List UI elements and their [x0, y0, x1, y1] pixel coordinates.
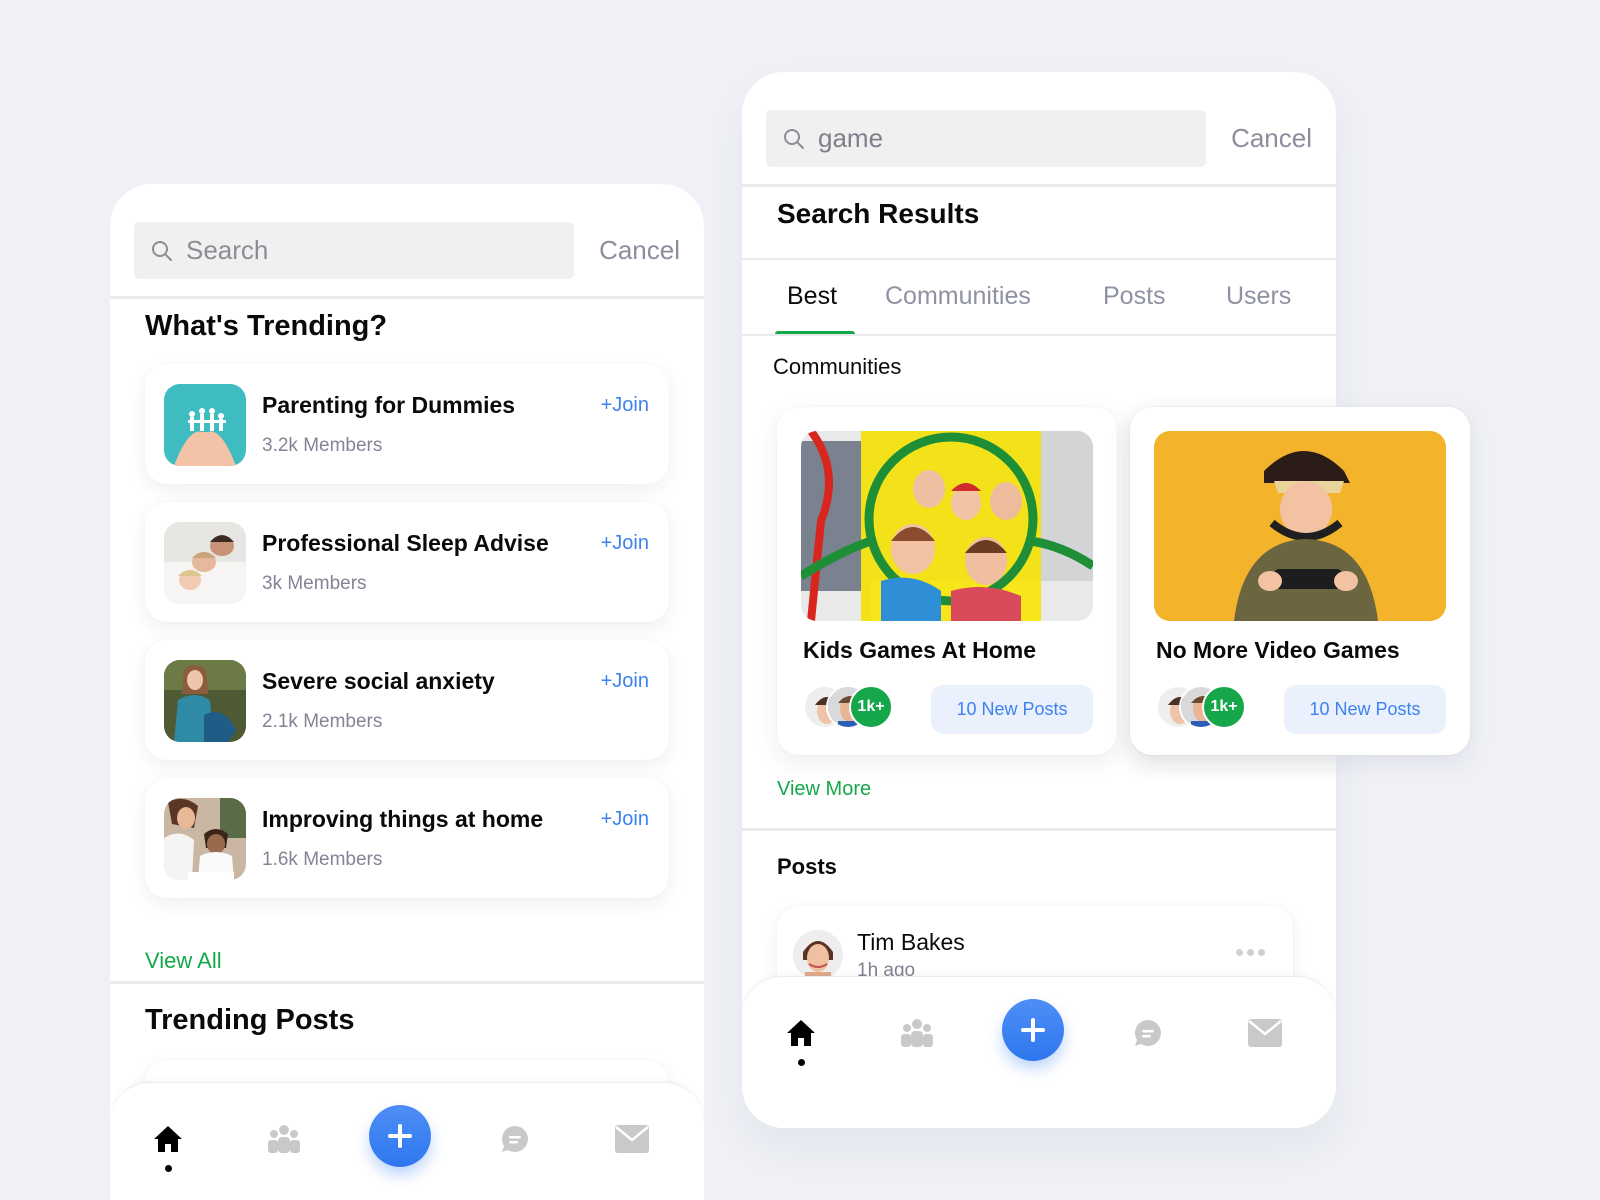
search-row: Search Cancel: [134, 222, 680, 279]
trending-card[interactable]: Professional Sleep Advise 3k Members +Jo…: [145, 502, 669, 622]
divider: [742, 828, 1336, 831]
trending-screen: Search Cancel What's Trending? Parenting…: [110, 184, 704, 1200]
member-avatars: 1k+: [1156, 685, 1256, 731]
search-icon: [152, 240, 172, 261]
search-input[interactable]: Search: [134, 222, 574, 279]
join-button[interactable]: +Join: [601, 394, 649, 417]
author-avatar: [793, 930, 843, 980]
results-tabs: Best Communities Posts Users: [742, 260, 1336, 336]
member-count: 3k Members: [262, 573, 367, 594]
community-thumbnail: [164, 522, 246, 604]
communities-section-label: Communities: [773, 354, 902, 379]
home-icon[interactable]: [781, 1013, 821, 1053]
tab-best[interactable]: Best: [787, 282, 837, 311]
member-count-badge: 1k+: [849, 685, 893, 729]
community-title: No More Video Games: [1156, 637, 1400, 663]
community-name: Parenting for Dummies: [262, 392, 516, 418]
community-thumbnail: [164, 660, 246, 742]
community-thumbnail: [164, 798, 246, 880]
home-icon[interactable]: [148, 1119, 188, 1159]
search-placeholder: Search: [186, 235, 269, 265]
member-avatars: 1k+: [803, 685, 903, 731]
communities-icon[interactable]: [897, 1013, 937, 1053]
trending-card[interactable]: Severe social anxiety 2.1k Members +Join: [145, 640, 669, 760]
join-button[interactable]: +Join: [601, 808, 649, 831]
community-card[interactable]: Kids Games At Home 1k+ 10 New Posts: [777, 407, 1117, 755]
divider: [110, 981, 704, 984]
search-results-title: Search Results: [777, 198, 980, 229]
search-icon: [784, 128, 804, 149]
community-card-overflow[interactable]: No More Video Games 1k+ 10 New Posts: [1130, 407, 1470, 755]
search-row: game Cancel: [766, 110, 1312, 167]
community-image: [801, 431, 1093, 621]
search-input[interactable]: game: [766, 110, 1206, 167]
plus-icon: [1021, 1018, 1045, 1042]
join-button[interactable]: +Join: [601, 532, 649, 555]
member-count-badge: 1k+: [1202, 685, 1246, 729]
cancel-button[interactable]: Cancel: [1231, 123, 1312, 154]
tab-users[interactable]: Users: [1226, 282, 1291, 311]
trending-posts-title: Trending Posts: [145, 1004, 355, 1036]
trending-card[interactable]: Improving things at home 1.6k Members +J…: [145, 778, 669, 898]
community-name: Improving things at home: [262, 806, 544, 832]
community-name: Severe social anxiety: [262, 668, 495, 694]
new-posts-button[interactable]: 10 New Posts: [1284, 685, 1446, 734]
plus-icon: [388, 1124, 412, 1148]
tab-communities[interactable]: Communities: [885, 282, 1031, 311]
mail-icon[interactable]: [612, 1119, 652, 1159]
communities-icon[interactable]: [264, 1119, 304, 1159]
tab-posts[interactable]: Posts: [1103, 282, 1166, 311]
chat-icon[interactable]: [1128, 1013, 1168, 1053]
bottom-tab-bar: [110, 1082, 704, 1200]
member-count: 3.2k Members: [262, 435, 383, 456]
view-more-link[interactable]: View More: [777, 778, 871, 801]
post-author: Tim Bakes: [857, 929, 965, 955]
posts-section-label: Posts: [777, 854, 837, 879]
new-posts-button[interactable]: 10 New Posts: [931, 685, 1093, 734]
cancel-button[interactable]: Cancel: [599, 235, 680, 266]
create-post-button[interactable]: [369, 1105, 431, 1167]
divider: [742, 184, 1336, 187]
trending-card[interactable]: Parenting for Dummies 3.2k Members +Join: [145, 364, 669, 484]
community-image: [1154, 431, 1446, 621]
join-button[interactable]: +Join: [601, 670, 649, 693]
search-query: game: [818, 123, 884, 153]
view-all-link[interactable]: View All: [145, 948, 222, 974]
bottom-tab-bar: [742, 976, 1336, 1128]
community-thumbnail: [164, 384, 246, 466]
mail-icon[interactable]: [1245, 1013, 1285, 1053]
chat-icon[interactable]: [495, 1119, 535, 1159]
create-post-button[interactable]: [1002, 999, 1064, 1061]
community-name: Professional Sleep Advise: [262, 530, 549, 556]
trending-title: What's Trending?: [145, 310, 388, 342]
divider: [742, 334, 1336, 336]
more-options-icon[interactable]: [1236, 949, 1265, 956]
divider: [110, 296, 704, 299]
active-indicator: [165, 1165, 172, 1172]
active-indicator: [798, 1059, 805, 1066]
member-count: 1.6k Members: [262, 849, 383, 870]
community-title: Kids Games At Home: [803, 637, 1037, 663]
member-count: 2.1k Members: [262, 711, 383, 732]
